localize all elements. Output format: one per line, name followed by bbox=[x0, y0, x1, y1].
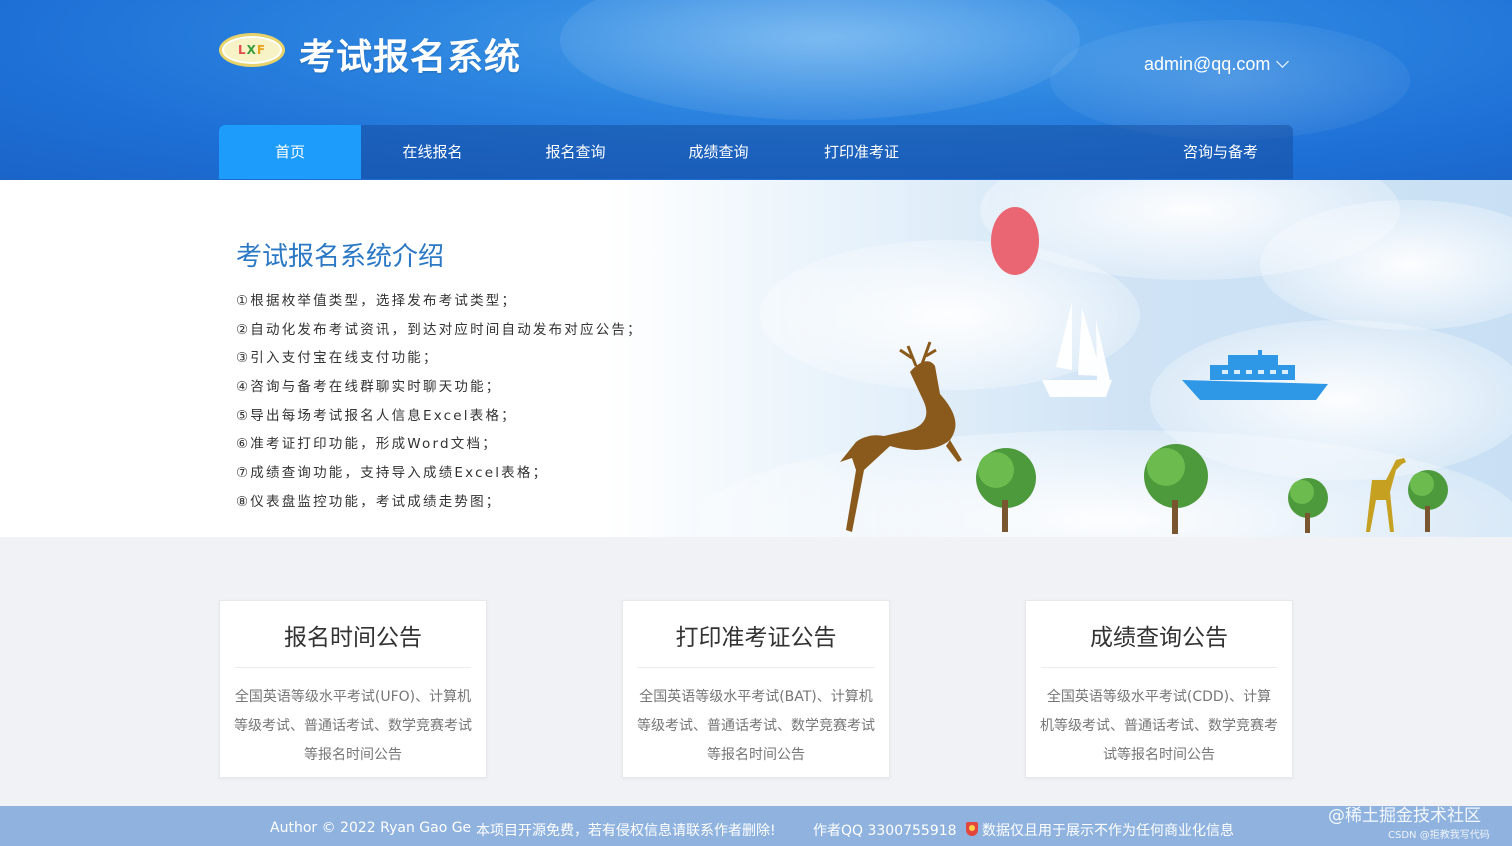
ship-icon bbox=[1182, 350, 1328, 400]
watermark-sub: CSDN @拒教我写代码 bbox=[1388, 830, 1490, 841]
logo-letter: F bbox=[256, 43, 267, 57]
feature-item: ③引入支付宝在线支付功能； bbox=[236, 350, 439, 367]
header-glow bbox=[560, 0, 1080, 120]
notice-card[interactable]: 报名时间公告 全国英语等级水平考试(UFO)、计算机等级考试、普通话考试、数学竞… bbox=[219, 600, 487, 778]
nav-register-query[interactable]: 报名查询 bbox=[504, 125, 647, 179]
feature-item: ⑦成绩查询功能，支持导入成绩Excel表格； bbox=[236, 465, 549, 482]
shield-icon bbox=[966, 822, 978, 836]
footer-disclaimer: 数据仅且用于展示不作为任何商业化信息 bbox=[982, 823, 1234, 839]
card-body: 全国英语等级水平考试(BAT)、计算机等级考试、普通话考试、数学竞赛考试等报名时… bbox=[637, 689, 875, 763]
banner-illustration bbox=[840, 207, 1448, 534]
nav-score-query[interactable]: 成绩查询 bbox=[647, 125, 790, 179]
card-title: 打印准考证公告 bbox=[675, 625, 837, 651]
watermark: @稀土掘金技术社区 bbox=[1328, 806, 1481, 826]
notice-card[interactable]: 打印准考证公告 全国英语等级水平考试(BAT)、计算机等级考试、普通话考试、数学… bbox=[622, 600, 890, 778]
card-title: 成绩查询公告 bbox=[1090, 625, 1228, 651]
chevron-down-icon bbox=[1276, 55, 1290, 68]
feature-item: ①根据枚举值类型，选择发布考试类型； bbox=[236, 293, 518, 309]
tree-icon bbox=[1288, 478, 1328, 533]
feature-item: ④咨询与备考在线群聊实时聊天功能； bbox=[236, 379, 502, 396]
feature-list: ①根据枚举值类型，选择发布考试类型； ②自动化发布考试资讯，到达对应时间自动发布… bbox=[236, 292, 643, 522]
divider bbox=[1041, 667, 1277, 668]
nav-online-register[interactable]: 在线报名 bbox=[361, 125, 504, 179]
header-glow bbox=[1050, 20, 1410, 140]
card-body: 全国英语等级水平考试(UFO)、计算机等级考试、普通话考试、数学竞赛考试等报名时… bbox=[234, 689, 472, 763]
intro-title: 考试报名系统介绍 bbox=[236, 242, 445, 272]
balloon-icon bbox=[991, 207, 1039, 275]
nav-home[interactable]: 首页 bbox=[219, 125, 361, 179]
logo-letter: L bbox=[237, 43, 247, 57]
footer-qq: 作者QQ 3300755918 bbox=[813, 823, 957, 839]
card-title: 报名时间公告 bbox=[284, 625, 422, 651]
intro-banner: 考试报名系统介绍 ①根据枚举值类型，选择发布考试类型； ②自动化发布考试资讯，到… bbox=[0, 180, 1512, 537]
site-title: 考试报名系统 bbox=[299, 37, 522, 78]
deer-icon bbox=[840, 341, 962, 532]
divider bbox=[638, 667, 874, 668]
giraffe-icon bbox=[1366, 458, 1406, 532]
user-email: admin@qq.com bbox=[1144, 54, 1271, 74]
footer-author: Author © 2022 Ryan Gao Ge bbox=[270, 820, 472, 836]
logo-letter: X bbox=[246, 43, 257, 57]
feature-item: ②自动化发布考试资讯，到达对应时间自动发布对应公告； bbox=[236, 321, 643, 338]
tree-icon bbox=[1408, 470, 1448, 532]
nav-print-ticket[interactable]: 打印准考证 bbox=[790, 125, 933, 179]
user-menu[interactable]: admin@qq.com bbox=[1144, 54, 1290, 75]
feature-item: ⑥准考证打印功能，形成Word文档； bbox=[236, 436, 498, 453]
sailboat-icon bbox=[1042, 302, 1112, 397]
site-logo[interactable]: L X F bbox=[219, 33, 285, 67]
nav-consult[interactable]: 咨询与备考 bbox=[1149, 125, 1292, 179]
feature-item: ⑧仪表盘监控功能，考试成绩走势图； bbox=[236, 493, 502, 510]
feature-item: ⑤导出每场考试报名人信息Excel表格； bbox=[236, 407, 517, 424]
footer-notice: 本项目开源免费，若有侵权信息请联系作者删除! bbox=[476, 823, 776, 839]
main-nav: 首页 在线报名 报名查询 成绩查询 打印准考证 咨询与备考 bbox=[219, 125, 1293, 179]
notice-card[interactable]: 成绩查询公告 全国英语等级水平考试(CDD)、计算机等级考试、普通话考试、数学竞… bbox=[1025, 600, 1293, 778]
tree-icon bbox=[1144, 444, 1208, 534]
footer-disclaimer-wrap: 数据仅且用于展示不作为任何商业化信息 bbox=[966, 820, 1234, 840]
divider bbox=[235, 667, 471, 668]
header: L X F 考试报名系统 admin@qq.com 首页 在线报名 报名查询 成… bbox=[0, 0, 1512, 180]
card-body: 全国英语等级水平考试(CDD)、计算机等级考试、普通话考试、数学竞赛考试等报名时… bbox=[1040, 689, 1278, 763]
tree-icon bbox=[976, 448, 1036, 532]
footer: Author © 2022 Ryan Gao Ge 本项目开源免费，若有侵权信息… bbox=[0, 806, 1512, 846]
